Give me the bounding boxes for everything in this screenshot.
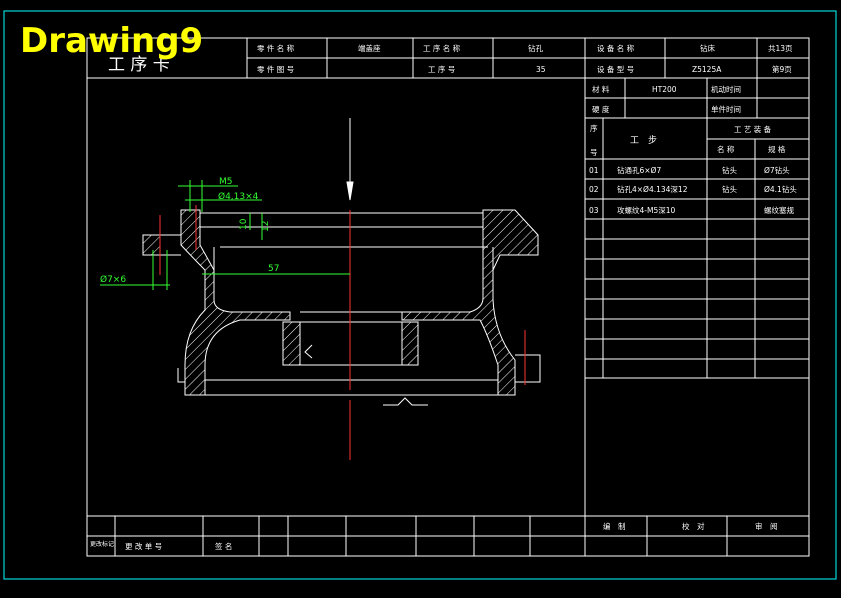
part-name-value: 端盖座 xyxy=(358,43,381,53)
dim-hole-4-13: Ø4,13×4 xyxy=(218,191,259,202)
check-label: 校 对 xyxy=(682,521,705,531)
drill-arrow-icon xyxy=(346,118,354,201)
hardness-label: 硬 度 xyxy=(592,104,610,114)
dim-12: 12 xyxy=(261,221,271,232)
left-flange-hatch xyxy=(142,234,161,256)
material-value: HT200 xyxy=(652,85,677,94)
tool-spec: Ø7钻头 xyxy=(764,165,790,175)
dim-thread-m5: M5 xyxy=(219,177,233,187)
equip-name-value: 钻床 xyxy=(700,43,715,53)
process-name-value: 钻孔 xyxy=(528,43,543,53)
seq-label-1: 序 xyxy=(590,123,598,133)
step-no: 02 xyxy=(589,185,599,194)
step-row: 02 钻孔4×Ø4.134深12 钻头 Ø4.1钻头 xyxy=(589,184,797,194)
change-mark-label: 更改标记 xyxy=(90,540,114,548)
process-no-label: 工 序 号 xyxy=(428,64,455,74)
step-no: 01 xyxy=(589,166,599,175)
step-header: 工 步 xyxy=(630,135,657,146)
tool-spec: Ø4.1钻头 xyxy=(764,184,797,194)
part-section-view[interactable]: M5 Ø4,13×4 10 12 57 Ø7×6 xyxy=(100,118,541,460)
step-desc: 钻孔4×Ø4.134深12 xyxy=(617,184,688,194)
page-number: 第9页 xyxy=(772,64,792,74)
drawing-title-overlay: Drawing9 xyxy=(20,21,203,61)
tool-name: 钻头 xyxy=(722,184,737,194)
outer-frame xyxy=(3,10,837,580)
part-no-label: 零 件 图 号 xyxy=(257,64,294,74)
dim-10: 10 xyxy=(239,218,249,230)
step-desc: 钻通孔6×Ø7 xyxy=(617,165,661,175)
tool-name: 钻头 xyxy=(722,165,737,175)
equip-model-value: Z5125A xyxy=(692,65,722,74)
change-doc-label: 更 改 单 号 xyxy=(125,541,162,551)
left-wall-hatch xyxy=(180,209,291,396)
process-no-value: 35 xyxy=(536,65,546,74)
dim-57: 57 xyxy=(268,264,279,274)
step-desc: 攻螺纹4-M5深10 xyxy=(617,205,675,215)
part-name-label: 零 件 名 称 xyxy=(257,43,295,53)
step-row: 01 钻通孔6×Ø7 钻头 Ø7钻头 xyxy=(589,165,790,175)
tool-spec: 螺纹塞规 xyxy=(764,205,794,215)
steps-table xyxy=(584,78,809,516)
unit-time-label: 单件时间 xyxy=(711,104,741,114)
equipment-header: 工 艺 装 备 xyxy=(734,124,772,134)
center-boss-hatch xyxy=(282,321,301,366)
signature-label: 签 名 xyxy=(215,541,232,551)
cad-drawing-canvas[interactable]: 工 序 卡 零 件 名 称 端盖座 零 件 图 号 工 序 名 称 钻孔 工 序… xyxy=(0,0,841,594)
equip-model-label: 设 备 型 号 xyxy=(597,64,634,74)
tool-name-header: 名 称 xyxy=(717,144,735,154)
total-pages: 共13页 xyxy=(768,44,793,53)
inner-frame xyxy=(86,37,810,557)
process-card-drawing: 工 序 卡 零 件 名 称 端盖座 零 件 图 号 工 序 名 称 钻孔 工 序… xyxy=(3,10,837,580)
material-label: 材 料 xyxy=(592,84,610,94)
center-boss-hatch-right xyxy=(401,321,419,366)
review-label: 审 阅 xyxy=(755,521,778,531)
machine-time-label: 机动时间 xyxy=(711,84,741,94)
right-wall-hatch xyxy=(401,209,539,396)
compile-label: 编 制 xyxy=(603,521,626,531)
tool-spec-header: 规 格 xyxy=(768,144,786,154)
dim-hole-7: Ø7×6 xyxy=(100,274,126,285)
process-name-label: 工 序 名 称 xyxy=(423,43,461,53)
step-no: 03 xyxy=(589,206,599,215)
step-row: 03 攻螺纹4-M5深10 螺纹塞规 xyxy=(589,205,794,215)
equip-name-label: 设 备 名 称 xyxy=(597,43,635,53)
seq-label-2: 号 xyxy=(590,148,598,157)
